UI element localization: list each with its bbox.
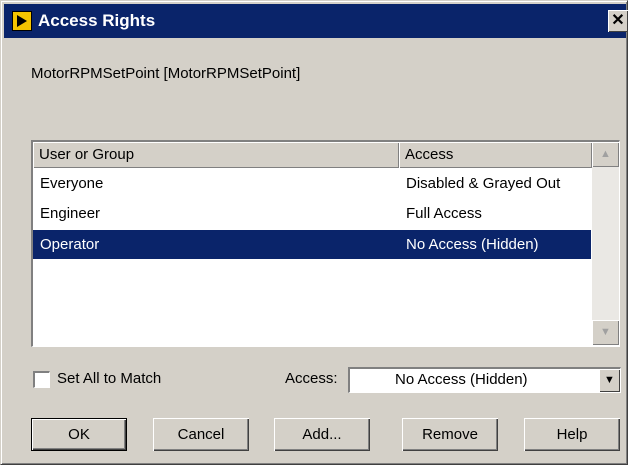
list-row-engineer[interactable]: Engineer Full Access [33,199,591,228]
cancel-button[interactable]: Cancel [153,418,249,451]
labview-vi-icon [12,11,32,31]
chevron-down-icon[interactable]: ▼ [599,369,620,392]
access-dropdown-value: No Access (Hidden) [395,371,528,388]
list-row-operator[interactable]: Operator No Access (Hidden) [33,230,591,259]
arrow-down-icon[interactable]: ▼ [592,320,619,345]
close-button[interactable]: ✕ [608,10,628,32]
help-button[interactable]: Help [524,418,620,451]
title-bar[interactable]: Access Rights ✕ [4,4,628,38]
add-button[interactable]: Add... [274,418,370,451]
column-header-user-or-group[interactable]: User or Group [33,142,399,168]
window-title: Access Rights [38,11,156,30]
set-all-label[interactable]: Set All to Match [57,370,161,387]
arrow-up-icon[interactable]: ▲ [592,142,619,167]
row-access: Disabled & Grayed Out [406,175,561,192]
list-row-everyone[interactable]: Everyone Disabled & Grayed Out [33,169,591,198]
vertical-scrollbar[interactable]: ▲ ▼ [592,142,619,345]
row-user: Operator [40,236,100,253]
access-dropdown[interactable]: No Access (Hidden) ▼ [348,367,621,393]
row-user: Engineer [40,205,101,222]
access-rights-dialog: Access Rights ✕ MotorRPMSetPoint [MotorR… [0,0,628,465]
row-access: Full Access [406,205,482,222]
object-name-label: MotorRPMSetPoint [MotorRPMSetPoint] [31,65,301,82]
column-header-access[interactable]: Access [399,142,592,168]
ok-button[interactable]: OK [31,418,127,451]
access-list[interactable]: User or Group Access Everyone Disabled &… [31,140,620,347]
access-label: Access: [285,370,338,387]
set-all-checkbox[interactable] [33,371,50,388]
row-access: No Access (Hidden) [406,236,539,253]
remove-button[interactable]: Remove [402,418,498,451]
row-user: Everyone [40,175,104,192]
